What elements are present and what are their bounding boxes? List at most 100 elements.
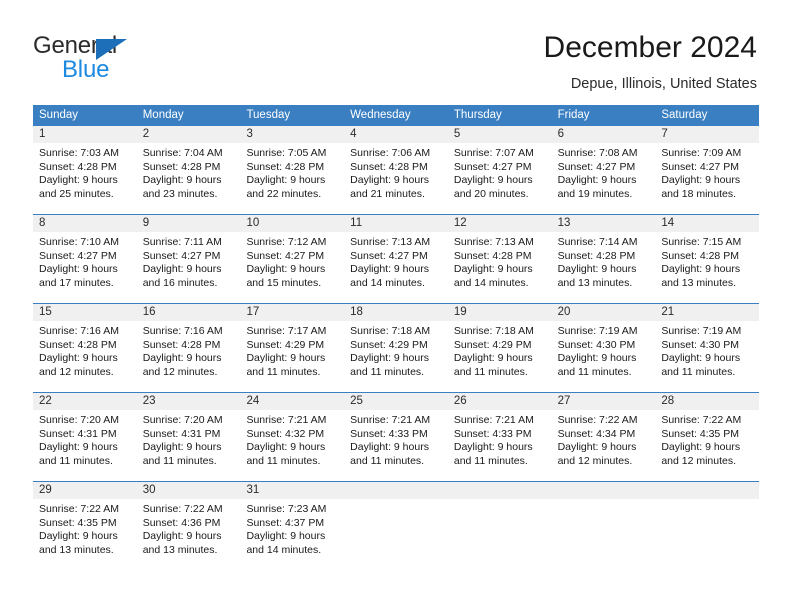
day-cell[interactable]: Sunrise: 7:17 AM Sunset: 4:29 PM Dayligh… — [240, 321, 344, 392]
sunset-text: Sunset: 4:29 PM — [350, 338, 428, 351]
sunrise-text: Sunrise: 7:08 AM — [557, 147, 638, 159]
sunset-text: Sunset: 4:31 PM — [39, 427, 117, 440]
day-number[interactable]: 4 — [344, 126, 448, 143]
day-number[interactable]: 14 — [655, 215, 759, 232]
daylight-text-line1: Daylight: 9 hours — [350, 441, 429, 454]
weekday-header-wednesday: Wednesday — [350, 109, 411, 121]
day-number[interactable]: 5 — [448, 126, 552, 143]
daylight-text-line2: and 14 minutes. — [350, 276, 425, 289]
day-cell[interactable]: Sunrise: 7:13 AM Sunset: 4:27 PM Dayligh… — [344, 232, 448, 303]
day-number[interactable]: 9 — [137, 215, 241, 232]
day-number[interactable]: 18 — [344, 304, 448, 321]
day-number[interactable]: 28 — [655, 393, 759, 410]
day-cell[interactable]: Sunrise: 7:08 AM Sunset: 4:27 PM Dayligh… — [552, 143, 656, 214]
day-cell[interactable]: Sunrise: 7:21 AM Sunset: 4:32 PM Dayligh… — [240, 410, 344, 481]
day-number[interactable]: 3 — [240, 126, 344, 143]
sunset-text: Sunset: 4:27 PM — [661, 160, 739, 173]
sunset-text: Sunset: 4:35 PM — [39, 516, 117, 529]
day-number[interactable]: 13 — [552, 215, 656, 232]
day-cell[interactable]: Sunrise: 7:09 AM Sunset: 4:27 PM Dayligh… — [655, 143, 759, 214]
day-cell[interactable]: Sunrise: 7:13 AM Sunset: 4:28 PM Dayligh… — [448, 232, 552, 303]
day-number[interactable]: 24 — [240, 393, 344, 410]
daylight-text-line1: Daylight: 9 hours — [142, 263, 222, 276]
calendar-grid: Sunday Monday Tuesday Wednesday Thursday… — [33, 105, 759, 570]
sunset-text: Sunset: 4:28 PM — [453, 249, 532, 262]
sunrise-text: Sunrise: 7:04 AM — [142, 147, 223, 159]
day-cell[interactable]: Sunrise: 7:23 AM Sunset: 4:37 PM Dayligh… — [240, 499, 344, 570]
day-number[interactable]: 31 — [240, 482, 344, 499]
day-number[interactable]: 22 — [33, 393, 137, 410]
day-cell[interactable]: Sunrise: 7:20 AM Sunset: 4:31 PM Dayligh… — [33, 410, 137, 481]
daylight-text-line2: and 13 minutes. — [661, 276, 737, 289]
weekday-header-thursday: Thursday — [453, 109, 502, 121]
day-number[interactable]: 19 — [448, 304, 552, 321]
sunrise-text: Sunrise: 7:10 AM — [39, 236, 119, 248]
day-number[interactable]: 7 — [655, 126, 759, 143]
day-number[interactable]: 20 — [552, 304, 656, 321]
day-cell[interactable]: Sunrise: 7:22 AM Sunset: 4:35 PM Dayligh… — [655, 410, 759, 481]
day-cell[interactable]: Sunrise: 7:11 AM Sunset: 4:27 PM Dayligh… — [137, 232, 241, 303]
day-cell[interactable]: Sunrise: 7:16 AM Sunset: 4:28 PM Dayligh… — [137, 321, 241, 392]
sunrise-text: Sunrise: 7:17 AM — [246, 325, 327, 337]
weekday-header-monday: Monday — [142, 109, 184, 121]
day-number[interactable]: 15 — [33, 304, 137, 321]
sunset-text: Sunset: 4:37 PM — [246, 516, 325, 529]
day-cell[interactable]: Sunrise: 7:20 AM Sunset: 4:31 PM Dayligh… — [137, 410, 241, 481]
day-details-strip: Sunrise: 7:22 AM Sunset: 4:35 PM Dayligh… — [33, 499, 759, 570]
sunrise-text: Sunrise: 7:06 AM — [350, 147, 431, 159]
day-cell[interactable]: Sunrise: 7:05 AM Sunset: 4:28 PM Dayligh… — [240, 143, 344, 214]
day-number[interactable]: 6 — [552, 126, 656, 143]
day-cell[interactable]: Sunrise: 7:15 AM Sunset: 4:28 PM Dayligh… — [655, 232, 759, 303]
day-number[interactable]: 11 — [344, 215, 448, 232]
day-cell[interactable]: Sunrise: 7:06 AM Sunset: 4:28 PM Dayligh… — [344, 143, 448, 214]
daylight-text-line1: Daylight: 9 hours — [39, 263, 118, 276]
day-cell[interactable]: Sunrise: 7:18 AM Sunset: 4:29 PM Dayligh… — [448, 321, 552, 392]
daylight-text-line1: Daylight: 9 hours — [661, 174, 741, 187]
daylight-text-line2: and 19 minutes. — [557, 187, 633, 200]
sunrise-text: Sunrise: 7:19 AM — [557, 325, 638, 337]
day-cell[interactable]: Sunrise: 7:22 AM Sunset: 4:34 PM Dayligh… — [552, 410, 656, 481]
day-cell-empty — [448, 499, 552, 570]
day-number[interactable]: 26 — [448, 393, 552, 410]
day-number[interactable]: 17 — [240, 304, 344, 321]
day-number[interactable]: 23 — [137, 393, 241, 410]
day-number[interactable]: 27 — [552, 393, 656, 410]
day-number[interactable]: 8 — [33, 215, 137, 232]
sunrise-text: Sunrise: 7:22 AM — [661, 414, 742, 426]
day-cell[interactable]: Sunrise: 7:04 AM Sunset: 4:28 PM Dayligh… — [137, 143, 241, 214]
day-cell[interactable]: Sunrise: 7:10 AM Sunset: 4:27 PM Dayligh… — [33, 232, 137, 303]
day-cell[interactable]: Sunrise: 7:19 AM Sunset: 4:30 PM Dayligh… — [552, 321, 656, 392]
day-cell[interactable]: Sunrise: 7:18 AM Sunset: 4:29 PM Dayligh… — [344, 321, 448, 392]
page-header: General Blue December 2024 Depue, Illino… — [0, 0, 792, 100]
daylight-text-line1: Daylight: 9 hours — [557, 263, 637, 276]
day-cell[interactable]: Sunrise: 7:14 AM Sunset: 4:28 PM Dayligh… — [552, 232, 656, 303]
day-cell[interactable]: Sunrise: 7:03 AM Sunset: 4:28 PM Dayligh… — [33, 143, 137, 214]
daylight-text-line1: Daylight: 9 hours — [142, 174, 222, 187]
day-cell[interactable]: Sunrise: 7:21 AM Sunset: 4:33 PM Dayligh… — [448, 410, 552, 481]
day-number[interactable]: 1 — [33, 126, 137, 143]
daylight-text-line2: and 11 minutes. — [661, 365, 736, 378]
sunset-text: Sunset: 4:28 PM — [39, 338, 117, 351]
day-number[interactable]: 25 — [344, 393, 448, 410]
sunrise-text: Sunrise: 7:19 AM — [661, 325, 742, 337]
day-cell[interactable]: Sunrise: 7:22 AM Sunset: 4:35 PM Dayligh… — [33, 499, 137, 570]
day-cell[interactable]: Sunrise: 7:22 AM Sunset: 4:36 PM Dayligh… — [137, 499, 241, 570]
day-number[interactable]: 30 — [137, 482, 241, 499]
day-number[interactable]: 21 — [655, 304, 759, 321]
day-cell[interactable]: Sunrise: 7:21 AM Sunset: 4:33 PM Dayligh… — [344, 410, 448, 481]
day-cell[interactable]: Sunrise: 7:07 AM Sunset: 4:27 PM Dayligh… — [448, 143, 552, 214]
day-number[interactable]: 2 — [137, 126, 241, 143]
generalblue-logo[interactable]: General Blue — [33, 33, 213, 85]
sunset-text: Sunset: 4:33 PM — [453, 427, 532, 440]
day-cell[interactable]: Sunrise: 7:16 AM Sunset: 4:28 PM Dayligh… — [33, 321, 137, 392]
day-number[interactable]: 29 — [33, 482, 137, 499]
day-number[interactable]: 12 — [448, 215, 552, 232]
day-cell[interactable]: Sunrise: 7:12 AM Sunset: 4:27 PM Dayligh… — [240, 232, 344, 303]
day-cell[interactable]: Sunrise: 7:19 AM Sunset: 4:30 PM Dayligh… — [655, 321, 759, 392]
day-number[interactable]: 10 — [240, 215, 344, 232]
day-number[interactable]: 16 — [137, 304, 241, 321]
day-cell-empty — [344, 499, 448, 570]
day-number-strip: 1 2 3 4 5 6 7 — [33, 126, 759, 143]
daylight-text-line1: Daylight: 9 hours — [557, 441, 637, 454]
daylight-text-line1: Daylight: 9 hours — [453, 352, 533, 365]
